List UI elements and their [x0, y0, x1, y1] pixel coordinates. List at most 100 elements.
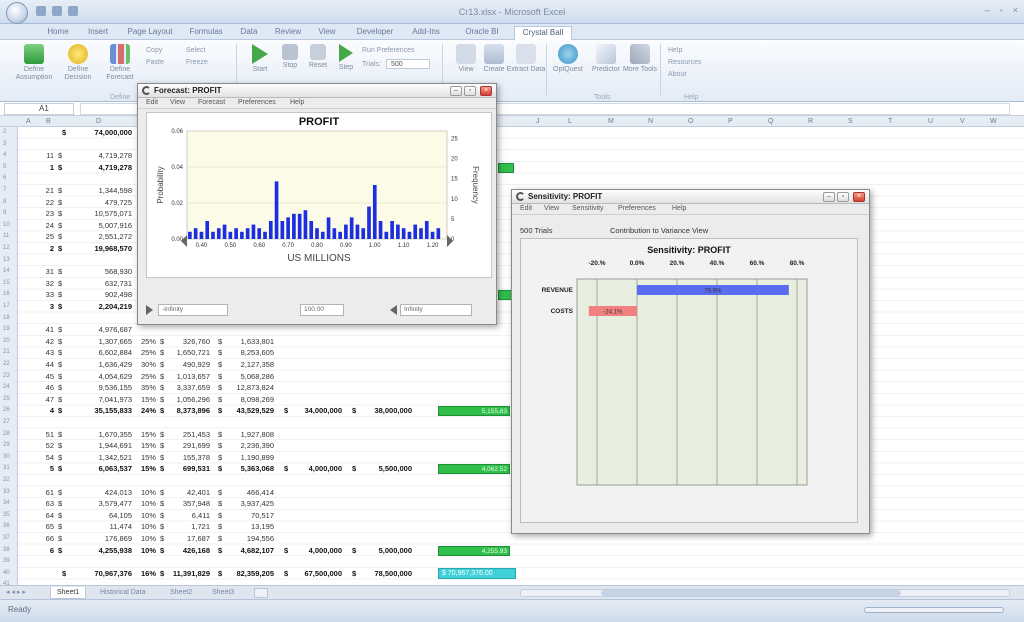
- cell-currency[interactable]: $: [58, 360, 62, 369]
- cell-amount[interactable]: 12,873,824: [224, 383, 274, 392]
- cell-currency[interactable]: $: [160, 337, 164, 346]
- cell-currency[interactable]: $: [160, 499, 164, 508]
- cell-currency[interactable]: $: [218, 522, 222, 531]
- cell-currency[interactable]: $: [218, 348, 222, 357]
- row-number[interactable]: 3: [3, 141, 6, 147]
- forecast-cell[interactable]: 4,255.93: [438, 545, 510, 556]
- maximize-button[interactable]: ▫: [1000, 5, 1003, 15]
- col-header[interactable]: W: [990, 116, 997, 127]
- close-button[interactable]: ×: [1013, 5, 1018, 15]
- tab-view[interactable]: View: [312, 26, 342, 40]
- select-button[interactable]: Select: [186, 46, 205, 55]
- cell-currency[interactable]: $: [284, 569, 288, 578]
- cell-amount[interactable]: 4,976,687: [68, 325, 132, 334]
- row-number[interactable]: 12: [3, 245, 10, 251]
- cell-percent[interactable]: 10%: [134, 511, 156, 520]
- cell-amount[interactable]: 1,633,801: [224, 337, 274, 346]
- cell-currency[interactable]: $: [218, 372, 222, 381]
- freeze-button[interactable]: Freeze: [186, 58, 208, 67]
- forecast-window[interactable]: Forecast: PROFIT – ▫ × Edit View Forecas…: [137, 83, 497, 325]
- row-number[interactable]: 6: [3, 175, 6, 181]
- cell-amount[interactable]: 2,236,390: [224, 441, 274, 450]
- cell-currency[interactable]: $: [218, 383, 222, 392]
- cell-amount[interactable]: 6,602,884: [68, 348, 132, 357]
- left-bound-field[interactable]: -Infinity: [158, 304, 228, 316]
- cell-id[interactable]: 21: [36, 186, 54, 195]
- row-number[interactable]: 22: [3, 361, 10, 367]
- decision-cell[interactable]: $ 70,967,376.00: [438, 567, 516, 579]
- cell-id[interactable]: 52: [36, 441, 54, 450]
- col-header[interactable]: M: [608, 116, 614, 127]
- cell-amount[interactable]: 632,731: [68, 279, 132, 288]
- cell-currency[interactable]: $: [58, 163, 62, 172]
- cell-currency[interactable]: $: [352, 569, 356, 578]
- cell-id[interactable]: 64: [36, 511, 54, 520]
- cell-amount[interactable]: 194,556: [224, 534, 274, 543]
- cell-percent[interactable]: 30%: [134, 360, 156, 369]
- forecast-menu-preferences[interactable]: Preferences: [238, 99, 276, 106]
- col-header[interactable]: B: [46, 116, 51, 127]
- cell-id[interactable]: 65: [36, 522, 54, 531]
- cell-amount[interactable]: 78,500,000: [358, 569, 412, 578]
- cell-currency[interactable]: $: [218, 499, 222, 508]
- forecast-title-bar[interactable]: Forecast: PROFIT – ▫ ×: [138, 84, 496, 98]
- cell-amount[interactable]: 2,204,219: [68, 302, 132, 311]
- scrollbar-thumb[interactable]: [601, 590, 901, 596]
- row-number[interactable]: 40: [3, 570, 10, 576]
- cell-currency[interactable]: $: [218, 395, 222, 404]
- cell-amount[interactable]: 426,168: [166, 546, 210, 555]
- cell-id[interactable]: 47: [36, 395, 54, 404]
- cell-percent[interactable]: 16%: [134, 569, 156, 578]
- cell-id[interactable]: 54: [36, 453, 54, 462]
- row-number[interactable]: 28: [3, 431, 10, 437]
- row-number[interactable]: 38: [3, 547, 10, 553]
- tab-data[interactable]: Data: [234, 26, 264, 40]
- col-header[interactable]: S: [848, 116, 853, 127]
- tab-home[interactable]: Home: [40, 26, 76, 40]
- cell-currency[interactable]: $: [160, 430, 164, 439]
- cell-amount[interactable]: 67,500,000: [290, 569, 342, 578]
- cell-amount[interactable]: 1,636,429: [68, 360, 132, 369]
- cell-id[interactable]: 66: [36, 534, 54, 543]
- sensitivity-title-bar[interactable]: Sensitivity: PROFIT – ▫ ×: [512, 190, 869, 204]
- row-number[interactable]: 36: [3, 523, 10, 529]
- sensitivity-menu-edit[interactable]: Edit: [520, 205, 532, 212]
- sensitivity-window[interactable]: Sensitivity: PROFIT – ▫ × Edit View Sens…: [511, 189, 870, 534]
- cell-amount[interactable]: 5,068,286: [224, 372, 274, 381]
- tab-crystal-ball[interactable]: Crystal Ball: [514, 26, 572, 40]
- left-grabber-icon[interactable]: [146, 305, 153, 315]
- cell-id[interactable]: 5: [36, 464, 54, 473]
- cell-amount[interactable]: 251,453: [166, 430, 210, 439]
- cell-percent[interactable]: 15%: [134, 464, 156, 473]
- row-number[interactable]: 9: [3, 210, 6, 216]
- paste-button[interactable]: Paste: [146, 58, 164, 67]
- tab-developer[interactable]: Developer: [350, 26, 400, 40]
- cell-id[interactable]: 24: [36, 221, 54, 230]
- cell-currency[interactable]: $: [58, 395, 62, 404]
- cell-currency[interactable]: $: [58, 488, 62, 497]
- cell-percent[interactable]: 35%: [134, 383, 156, 392]
- cell-amount[interactable]: 70,967,376: [68, 569, 132, 578]
- forecast-cell[interactable]: 4,062.52: [438, 464, 510, 475]
- cell-id[interactable]: 33: [36, 290, 54, 299]
- extract-data-button[interactable]: Extract Data: [506, 44, 546, 74]
- cell-currency[interactable]: $: [160, 511, 164, 520]
- cell-id[interactable]: 3: [36, 302, 54, 311]
- cell-amount[interactable]: 1,721: [166, 522, 210, 531]
- cell-currency[interactable]: $: [58, 534, 62, 543]
- cell-id[interactable]: 4: [36, 406, 54, 415]
- cell-id[interactable]: 2: [36, 244, 54, 253]
- row-number[interactable]: 23: [3, 373, 10, 379]
- cell-percent[interactable]: 15%: [134, 441, 156, 450]
- cell-id[interactable]: 43: [36, 348, 54, 357]
- row-number[interactable]: 20: [3, 338, 10, 344]
- cell-currency[interactable]: $: [58, 325, 62, 334]
- define-decision-button[interactable]: Define Decision: [58, 44, 98, 82]
- row-number[interactable]: 5: [3, 164, 6, 170]
- cell-currency[interactable]: $: [160, 441, 164, 450]
- cell-id[interactable]: 42: [36, 337, 54, 346]
- cell-amount[interactable]: 699,531: [166, 464, 210, 473]
- resources-button[interactable]: Resources: [668, 58, 701, 67]
- col-header[interactable]: U: [928, 116, 933, 127]
- cell-currency[interactable]: $: [58, 198, 62, 207]
